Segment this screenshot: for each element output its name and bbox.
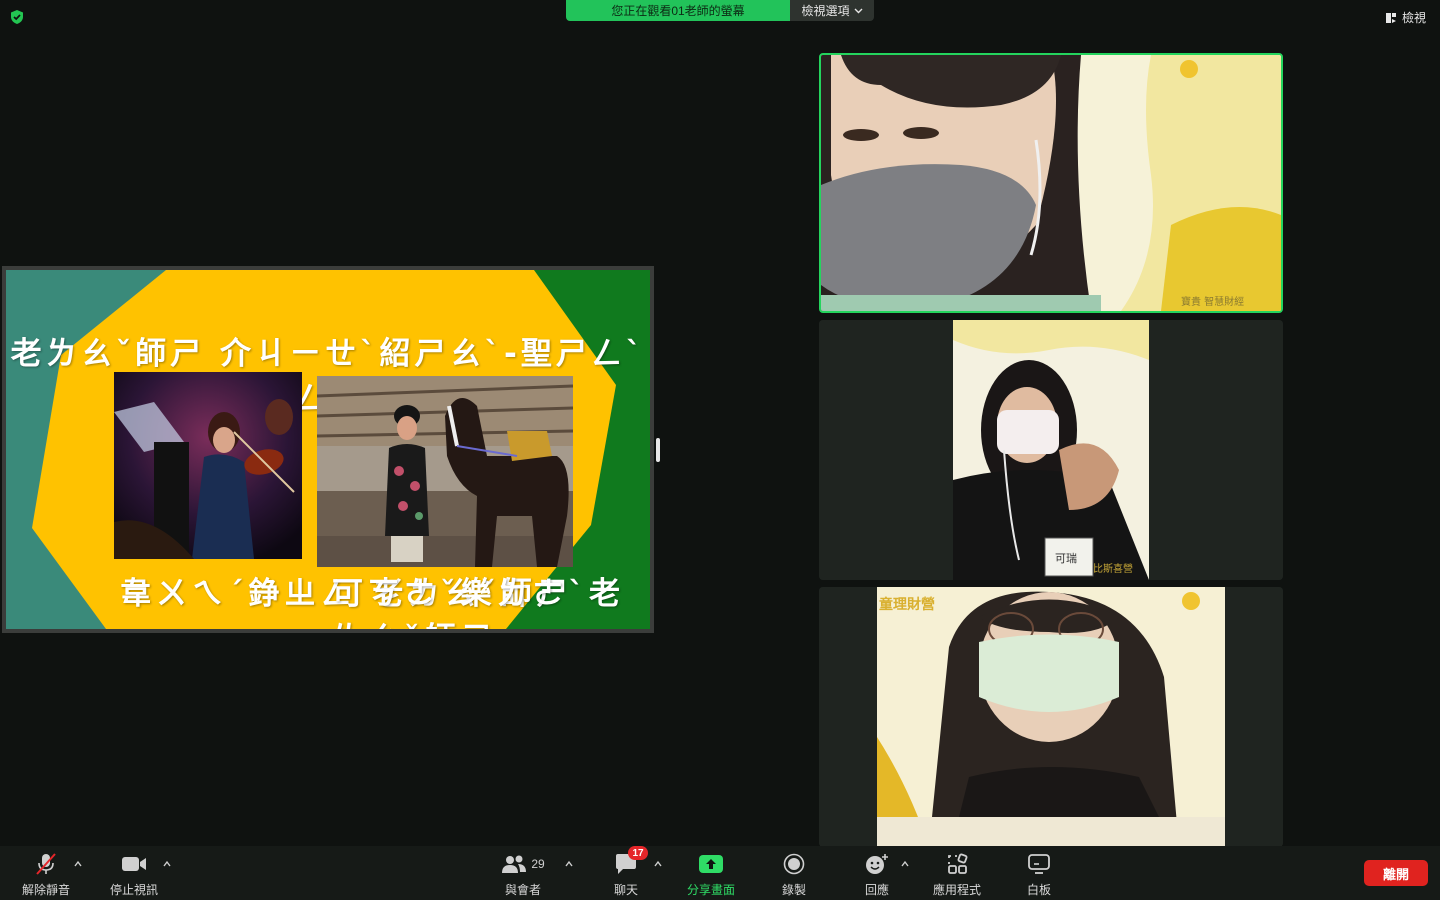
view-button[interactable]: 檢視 — [1385, 9, 1426, 26]
video-overlay-text-3: 童理財營 — [879, 596, 935, 613]
video-overlay-text-1: 寶貴 智慧財經 — [1181, 295, 1244, 308]
microphone-muted-icon — [36, 853, 56, 875]
video-tile-3[interactable]: 童理財營 — [819, 587, 1283, 847]
zoom-meeting-window: 您正在觀看01老師的螢幕 檢視選項 檢視 老ㄌㄠˇ師ㄕ 介ㄐㄧㄝˋ紹ㄕㄠˋ-聖ㄕ… — [0, 0, 1440, 900]
chevron-down-icon — [854, 8, 862, 13]
view-layout-icon — [1385, 12, 1396, 23]
participants-button[interactable]: 29 與會者 — [483, 852, 563, 898]
meeting-toolbar: 解除靜音 停止視訊 29 與會者 17 聊天 分享畫面 錄製 回應 應用程式 白… — [0, 846, 1440, 900]
stop-video-button[interactable]: 停止視訊 — [94, 852, 174, 898]
video-tile-1[interactable]: 寶貴 智慧財經 — [819, 53, 1283, 313]
slide: 老ㄌㄠˇ師ㄕ 介ㄐㄧㄝˋ紹ㄕㄠˋ-聖ㄕㄥˋ經ㄐㄧㄥ 課ㄎㄜˋ — [6, 270, 650, 629]
share-screen-button[interactable]: 分享畫面 — [671, 852, 751, 898]
chat-label: 聊天 — [613, 883, 638, 897]
view-options-button[interactable]: 檢視選項 — [790, 0, 874, 21]
security-shield-icon[interactable] — [9, 9, 25, 25]
reactions-emoji-icon — [866, 854, 888, 874]
horse-teacher-photo — [317, 376, 573, 567]
chat-button[interactable]: 17 聊天 — [586, 846, 666, 898]
video-overlay-text-2: 比斯喜營 — [1093, 562, 1133, 575]
apps-button[interactable]: 應用程式 — [917, 852, 997, 898]
record-icon — [783, 853, 805, 875]
video-tile-2[interactable]: 可瑞 比斯喜營 — [819, 320, 1283, 580]
chat-caret-icon[interactable] — [654, 860, 662, 868]
participants-label: 與會者 — [504, 883, 541, 897]
screen-share-banner: 您正在觀看01老師的螢幕 檢視選項 — [566, 0, 874, 21]
violinist-photo — [114, 372, 302, 559]
participants-caret-icon[interactable] — [565, 860, 573, 868]
unmute-button[interactable]: 解除靜音 — [6, 852, 86, 898]
participants-count: 29 — [531, 857, 545, 871]
reactions-button[interactable]: 回應 — [837, 852, 917, 898]
whiteboard-button[interactable]: 白板 — [999, 852, 1079, 898]
audio-options-caret-icon[interactable] — [74, 860, 82, 868]
whiteboard-label: 白板 — [1026, 883, 1051, 897]
reactions-label: 回應 — [864, 883, 889, 897]
leave-button[interactable]: 離開 — [1364, 860, 1428, 886]
share-screen-label: 分享畫面 — [686, 883, 735, 897]
chat-unread-badge: 17 — [628, 846, 648, 860]
record-button[interactable]: 錄製 — [754, 852, 834, 898]
video-camera-icon — [122, 857, 146, 871]
shared-screen[interactable]: 老ㄌㄠˇ師ㄕ 介ㄐㄧㄝˋ紹ㄕㄠˋ-聖ㄕㄥˋ經ㄐㄧㄥ 課ㄎㄜˋ — [2, 266, 654, 633]
view-options-label: 檢視選項 — [801, 4, 850, 18]
view-label: 檢視 — [1401, 11, 1426, 25]
apps-label: 應用程式 — [932, 883, 981, 897]
name-badge-text: 可瑞 — [1055, 551, 1077, 565]
unmute-label: 解除靜音 — [21, 883, 70, 897]
share-screen-icon — [699, 855, 723, 873]
whiteboard-icon — [1028, 854, 1050, 874]
caption-right: 可ㄎㄜˇ樂ㄌㄜˋ老ㄌㄠˇ師ㄕ — [332, 576, 625, 629]
stop-video-label: 停止視訊 — [109, 883, 158, 897]
viewing-screen-text: 您正在觀看01老師的螢幕 — [566, 0, 790, 21]
apps-icon — [948, 853, 968, 874]
split-view-handle[interactable] — [656, 438, 660, 462]
participants-icon — [502, 855, 527, 873]
record-label: 錄製 — [781, 883, 806, 897]
video-options-caret-icon[interactable] — [163, 860, 171, 868]
reactions-caret-icon[interactable] — [901, 860, 909, 868]
